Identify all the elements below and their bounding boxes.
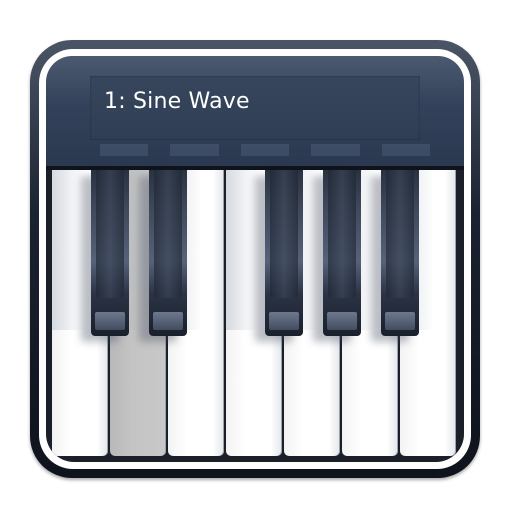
black-key-f-sharp[interactable]	[265, 170, 303, 336]
black-key-g-sharp[interactable]	[323, 170, 361, 336]
piano-keyboard	[46, 166, 464, 462]
black-key-face	[154, 170, 182, 298]
instrument-display[interactable]: 1: Sine Wave	[90, 76, 420, 140]
black-key-a-sharp[interactable]	[381, 170, 419, 336]
black-key-face	[328, 170, 356, 298]
black-key-d-sharp[interactable]	[149, 170, 187, 336]
piano-app-icon[interactable]: 1: Sine Wave	[30, 40, 480, 478]
black-key-face	[270, 170, 298, 298]
black-key-face	[96, 170, 124, 298]
black-key-face	[386, 170, 414, 298]
black-key-c-sharp[interactable]	[91, 170, 129, 336]
instrument-name: 1: Sine Wave	[104, 89, 250, 114]
top-bezel: 1: Sine Wave	[46, 56, 464, 166]
bezel-highlights	[100, 144, 431, 156]
